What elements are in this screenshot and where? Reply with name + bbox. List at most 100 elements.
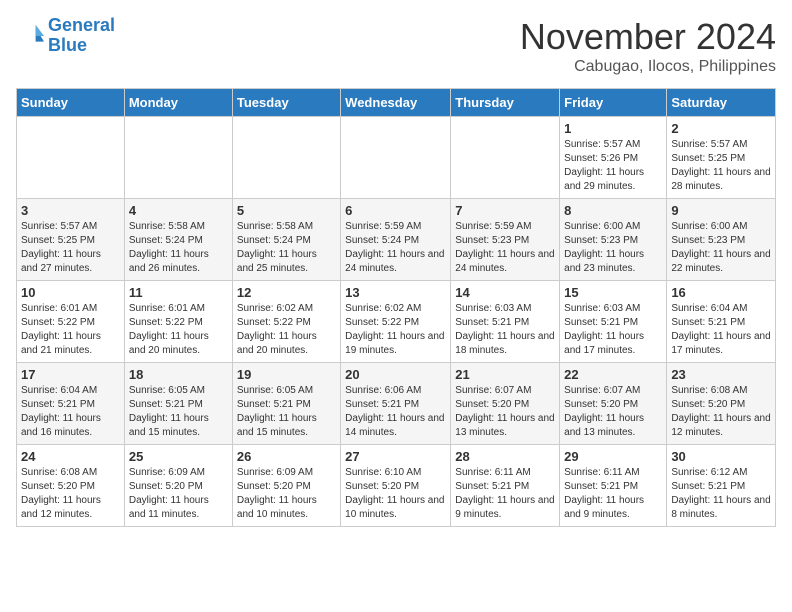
calendar-cell: 3 Sunrise: 5:57 AM Sunset: 5:25 PM Daylig… — [17, 199, 125, 281]
day-number: 25 — [129, 449, 228, 464]
calendar-week-row: 24 Sunrise: 6:08 AM Sunset: 5:20 PM Dayli… — [17, 445, 776, 527]
day-info: Sunrise: 6:08 AM Sunset: 5:20 PM Dayligh… — [671, 384, 771, 440]
weekday-header: Tuesday — [232, 89, 340, 117]
calendar-cell: 1 Sunrise: 5:57 AM Sunset: 5:26 PM Daylig… — [560, 117, 667, 199]
calendar-cell: 9 Sunrise: 6:00 AM Sunset: 5:23 PM Daylig… — [667, 199, 776, 281]
month-title: November 2024 — [520, 16, 776, 58]
day-info: Sunrise: 5:58 AM Sunset: 5:24 PM Dayligh… — [237, 220, 336, 276]
title-block: November 2024 Cabugao, Ilocos, Philippin… — [520, 16, 776, 76]
day-info: Sunrise: 6:07 AM Sunset: 5:20 PM Dayligh… — [564, 384, 662, 440]
day-number: 17 — [21, 367, 120, 382]
calendar-week-row: 1 Sunrise: 5:57 AM Sunset: 5:26 PM Daylig… — [17, 117, 776, 199]
day-info: Sunrise: 6:11 AM Sunset: 5:21 PM Dayligh… — [455, 466, 555, 522]
day-info: Sunrise: 6:10 AM Sunset: 5:20 PM Dayligh… — [345, 466, 446, 522]
calendar-body: 1 Sunrise: 5:57 AM Sunset: 5:26 PM Daylig… — [17, 117, 776, 527]
day-number: 3 — [21, 203, 120, 218]
day-number: 9 — [671, 203, 771, 218]
day-number: 27 — [345, 449, 446, 464]
day-info: Sunrise: 6:08 AM Sunset: 5:20 PM Dayligh… — [21, 466, 120, 522]
calendar-week-row: 10Sunrise: 6:01 AM Sunset: 5:22 PM Dayli… — [17, 281, 776, 363]
weekday-header: Saturday — [667, 89, 776, 117]
calendar-cell: 16Sunrise: 6:04 AM Sunset: 5:21 PM Dayli… — [667, 281, 776, 363]
day-number: 28 — [455, 449, 555, 464]
day-number: 5 — [237, 203, 336, 218]
calendar-cell: 18 Sunrise: 6:05 AM Sunset: 5:21 PM Dayli… — [124, 363, 232, 445]
page-header: General Blue November 2024 Cabugao, Iloc… — [16, 16, 776, 76]
calendar-cell: 29Sunrise: 6:11 AM Sunset: 5:21 PM Dayli… — [560, 445, 667, 527]
logo-text: General Blue — [48, 16, 115, 56]
calendar-week-row: 17 Sunrise: 6:04 AM Sunset: 5:21 PM Dayli… — [17, 363, 776, 445]
calendar-cell: 15 Sunrise: 6:03 AM Sunset: 5:21 PM Dayli… — [560, 281, 667, 363]
location: Cabugao, Ilocos, Philippines — [520, 58, 776, 76]
calendar-table: SundayMondayTuesdayWednesdayThursdayFrid… — [16, 88, 776, 527]
day-info: Sunrise: 6:05 AM Sunset: 5:21 PM Dayligh… — [129, 384, 228, 440]
day-number: 18 — [129, 367, 228, 382]
day-info: Sunrise: 5:57 AM Sunset: 5:26 PM Dayligh… — [564, 138, 662, 194]
day-info: Sunrise: 6:03 AM Sunset: 5:21 PM Dayligh… — [455, 302, 555, 358]
day-number: 6 — [345, 203, 446, 218]
calendar-cell: 20Sunrise: 6:06 AM Sunset: 5:21 PM Dayli… — [341, 363, 451, 445]
calendar-week-row: 3 Sunrise: 5:57 AM Sunset: 5:25 PM Daylig… — [17, 199, 776, 281]
calendar-cell: 5 Sunrise: 5:58 AM Sunset: 5:24 PM Daylig… — [232, 199, 340, 281]
calendar-cell — [232, 117, 340, 199]
calendar-cell: 27 Sunrise: 6:10 AM Sunset: 5:20 PM Dayli… — [341, 445, 451, 527]
day-number: 24 — [21, 449, 120, 464]
day-number: 11 — [129, 285, 228, 300]
weekday-header: Sunday — [17, 89, 125, 117]
day-info: Sunrise: 6:09 AM Sunset: 5:20 PM Dayligh… — [129, 466, 228, 522]
calendar-cell: 22 Sunrise: 6:07 AM Sunset: 5:20 PM Dayli… — [560, 363, 667, 445]
day-number: 7 — [455, 203, 555, 218]
calendar-cell: 13Sunrise: 6:02 AM Sunset: 5:22 PM Dayli… — [341, 281, 451, 363]
calendar-cell — [124, 117, 232, 199]
day-number: 20 — [345, 367, 446, 382]
calendar-cell — [17, 117, 125, 199]
day-number: 21 — [455, 367, 555, 382]
day-number: 15 — [564, 285, 662, 300]
calendar-cell: 8 Sunrise: 6:00 AM Sunset: 5:23 PM Daylig… — [560, 199, 667, 281]
calendar-cell: 17 Sunrise: 6:04 AM Sunset: 5:21 PM Dayli… — [17, 363, 125, 445]
day-info: Sunrise: 6:00 AM Sunset: 5:23 PM Dayligh… — [564, 220, 662, 276]
day-info: Sunrise: 6:02 AM Sunset: 5:22 PM Dayligh… — [237, 302, 336, 358]
weekday-header-row: SundayMondayTuesdayWednesdayThursdayFrid… — [17, 89, 776, 117]
day-info: Sunrise: 5:57 AM Sunset: 5:25 PM Dayligh… — [671, 138, 771, 194]
day-number: 30 — [671, 449, 771, 464]
calendar-cell: 12 Sunrise: 6:02 AM Sunset: 5:22 PM Dayli… — [232, 281, 340, 363]
calendar-cell: 11 Sunrise: 6:01 AM Sunset: 5:22 PM Dayli… — [124, 281, 232, 363]
day-info: Sunrise: 6:12 AM Sunset: 5:21 PM Dayligh… — [671, 466, 771, 522]
day-info: Sunrise: 5:59 AM Sunset: 5:23 PM Dayligh… — [455, 220, 555, 276]
logo: General Blue — [16, 16, 115, 56]
calendar-cell: 10Sunrise: 6:01 AM Sunset: 5:22 PM Dayli… — [17, 281, 125, 363]
calendar-cell: 26Sunrise: 6:09 AM Sunset: 5:20 PM Dayli… — [232, 445, 340, 527]
day-number: 13 — [345, 285, 446, 300]
day-info: Sunrise: 6:00 AM Sunset: 5:23 PM Dayligh… — [671, 220, 771, 276]
day-number: 14 — [455, 285, 555, 300]
logo-icon — [16, 22, 44, 50]
day-info: Sunrise: 6:05 AM Sunset: 5:21 PM Dayligh… — [237, 384, 336, 440]
day-number: 26 — [237, 449, 336, 464]
day-info: Sunrise: 6:01 AM Sunset: 5:22 PM Dayligh… — [129, 302, 228, 358]
day-info: Sunrise: 5:57 AM Sunset: 5:25 PM Dayligh… — [21, 220, 120, 276]
day-info: Sunrise: 5:58 AM Sunset: 5:24 PM Dayligh… — [129, 220, 228, 276]
day-number: 23 — [671, 367, 771, 382]
calendar-cell: 28 Sunrise: 6:11 AM Sunset: 5:21 PM Dayli… — [451, 445, 560, 527]
day-info: Sunrise: 6:04 AM Sunset: 5:21 PM Dayligh… — [671, 302, 771, 358]
day-info: Sunrise: 6:07 AM Sunset: 5:20 PM Dayligh… — [455, 384, 555, 440]
day-number: 19 — [237, 367, 336, 382]
calendar-cell: 30 Sunrise: 6:12 AM Sunset: 5:21 PM Dayli… — [667, 445, 776, 527]
day-number: 12 — [237, 285, 336, 300]
day-number: 8 — [564, 203, 662, 218]
day-info: Sunrise: 6:03 AM Sunset: 5:21 PM Dayligh… — [564, 302, 662, 358]
day-number: 22 — [564, 367, 662, 382]
day-number: 4 — [129, 203, 228, 218]
calendar-cell: 7 Sunrise: 5:59 AM Sunset: 5:23 PM Daylig… — [451, 199, 560, 281]
calendar-header: SundayMondayTuesdayWednesdayThursdayFrid… — [17, 89, 776, 117]
day-number: 1 — [564, 121, 662, 136]
day-info: Sunrise: 5:59 AM Sunset: 5:24 PM Dayligh… — [345, 220, 446, 276]
calendar-cell: 24 Sunrise: 6:08 AM Sunset: 5:20 PM Dayli… — [17, 445, 125, 527]
calendar-cell — [341, 117, 451, 199]
calendar-cell: 6 Sunrise: 5:59 AM Sunset: 5:24 PM Daylig… — [341, 199, 451, 281]
day-info: Sunrise: 6:04 AM Sunset: 5:21 PM Dayligh… — [21, 384, 120, 440]
calendar-cell: 25 Sunrise: 6:09 AM Sunset: 5:20 PM Dayli… — [124, 445, 232, 527]
weekday-header: Monday — [124, 89, 232, 117]
calendar-cell: 21 Sunrise: 6:07 AM Sunset: 5:20 PM Dayli… — [451, 363, 560, 445]
